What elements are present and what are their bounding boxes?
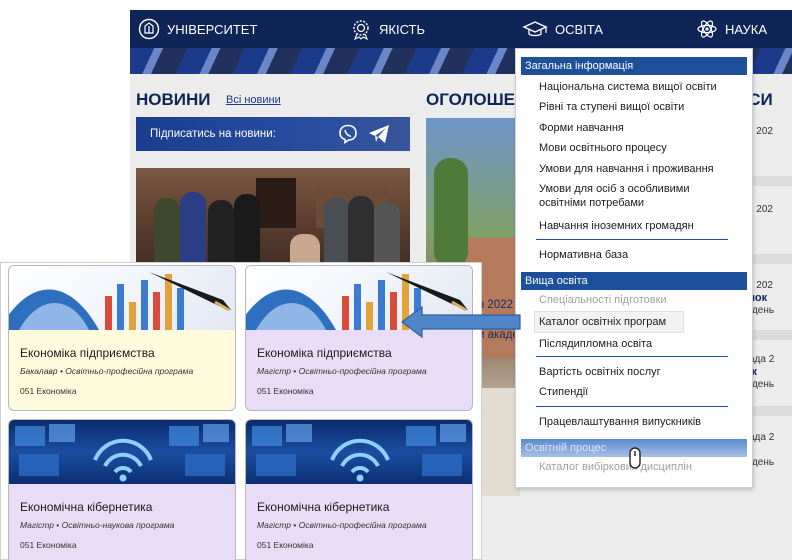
wifi-network-image bbox=[246, 420, 472, 484]
menu-divider bbox=[536, 356, 728, 357]
graduation-cap-icon bbox=[522, 21, 548, 37]
subscribe-bar: Підписатись на новини: bbox=[136, 117, 410, 151]
menu-divider bbox=[536, 239, 728, 240]
card-subtitle: Магістр • Освітньо-професійна програма bbox=[257, 520, 427, 530]
education-dropdown-menu: Загальна інформація Національна система … bbox=[515, 48, 753, 488]
university-icon bbox=[138, 18, 160, 40]
card-subtitle: Бакалавр • Освітньо-професійна програма bbox=[20, 366, 194, 376]
menu-divider bbox=[536, 406, 728, 407]
card-title: Економічна кібернетика bbox=[20, 500, 153, 514]
menu-item-programs-catalog[interactable]: Каталог освітніх програм bbox=[539, 316, 666, 328]
program-card[interactable]: Економічна кібернетика Магістр • Освітнь… bbox=[8, 419, 236, 560]
nav-science[interactable]: НАУКА bbox=[696, 10, 767, 48]
subscribe-label: Підписатись на новини: bbox=[150, 128, 276, 140]
card-code: 051 Економіка bbox=[20, 540, 77, 550]
menu-item[interactable]: Працевлаштування випускників bbox=[539, 416, 701, 428]
program-card[interactable]: Економіка підприємства Бакалавр • Освітн… bbox=[8, 265, 236, 411]
menu-item[interactable]: Мови освітнього процесу bbox=[539, 142, 667, 154]
card-code: 051 Економіка bbox=[257, 540, 314, 550]
menu-item[interactable]: Умови для осіб з особливими освітніми по… bbox=[539, 182, 735, 210]
menu-item[interactable]: Умови для навчання і проживання bbox=[539, 163, 714, 175]
mouse-cursor-icon bbox=[629, 447, 641, 469]
all-news-link[interactable]: Всі новини bbox=[226, 94, 281, 106]
announcements-heading: ОГОЛОШЕН bbox=[426, 90, 528, 109]
nav-education-label: ОСВІТА bbox=[555, 21, 603, 37]
menu-item[interactable]: Спеціальності підготовки bbox=[539, 294, 667, 306]
pointer-arrow-icon bbox=[401, 305, 521, 339]
menu-header-general[interactable]: Загальна інформація bbox=[521, 57, 747, 75]
menu-item[interactable]: Стипендії bbox=[539, 386, 588, 398]
atom-icon bbox=[697, 20, 717, 38]
nav-university-label: УНІВЕРСИТЕТ bbox=[167, 21, 258, 37]
quality-badge-icon bbox=[353, 20, 369, 40]
news-heading: НОВИНИ bbox=[136, 90, 211, 109]
menu-item[interactable]: Каталог вибіркових дисциплін bbox=[539, 461, 692, 473]
menu-item[interactable]: Післядипломна освіта bbox=[539, 338, 652, 350]
nav-quality[interactable]: ЯКІСТЬ bbox=[350, 10, 425, 48]
menu-item[interactable]: Нормативна база bbox=[539, 249, 628, 261]
card-subtitle: Магістр • Освітньо-наукова програма bbox=[20, 520, 175, 530]
menu-item[interactable]: Форми навчання bbox=[539, 122, 624, 134]
card-code: 051 Економіка bbox=[257, 386, 314, 396]
nav-university[interactable]: УНІВЕРСИТЕТ bbox=[138, 10, 257, 48]
nav-quality-label: ЯКІСТЬ bbox=[379, 21, 426, 37]
card-title: Економіка підприємства bbox=[20, 346, 155, 360]
menu-item[interactable]: Вартість освітніх послуг bbox=[539, 366, 661, 378]
menu-item[interactable]: Навчання іноземних громадян bbox=[539, 220, 694, 232]
card-title: Економічна кібернетика bbox=[257, 500, 390, 514]
telegram-icon[interactable] bbox=[368, 124, 390, 144]
card-title: Економіка підприємства bbox=[257, 346, 392, 360]
menu-header-higher-education[interactable]: Вища освіта bbox=[521, 272, 747, 290]
nav-education[interactable]: ОСВІТА bbox=[522, 10, 603, 48]
card-subtitle: Магістр • Освітньо-професійна програма bbox=[257, 366, 427, 376]
viber-icon[interactable] bbox=[338, 124, 358, 144]
top-navigation: УНІВЕРСИТЕТ ЯКІСТЬ ОСВІТА НАУКА bbox=[130, 10, 792, 48]
menu-item[interactable]: Національна система вищої освіти bbox=[539, 81, 717, 93]
economics-chart-pen-image bbox=[9, 266, 235, 330]
wifi-network-image bbox=[9, 420, 235, 484]
card-code: 051 Економіка bbox=[20, 386, 77, 396]
program-card[interactable]: Економічна кібернетика Магістр • Освітнь… bbox=[245, 419, 473, 560]
menu-item[interactable]: Рівні та ступені вищої освіти bbox=[539, 101, 684, 113]
nav-science-label: НАУКА bbox=[725, 21, 767, 37]
